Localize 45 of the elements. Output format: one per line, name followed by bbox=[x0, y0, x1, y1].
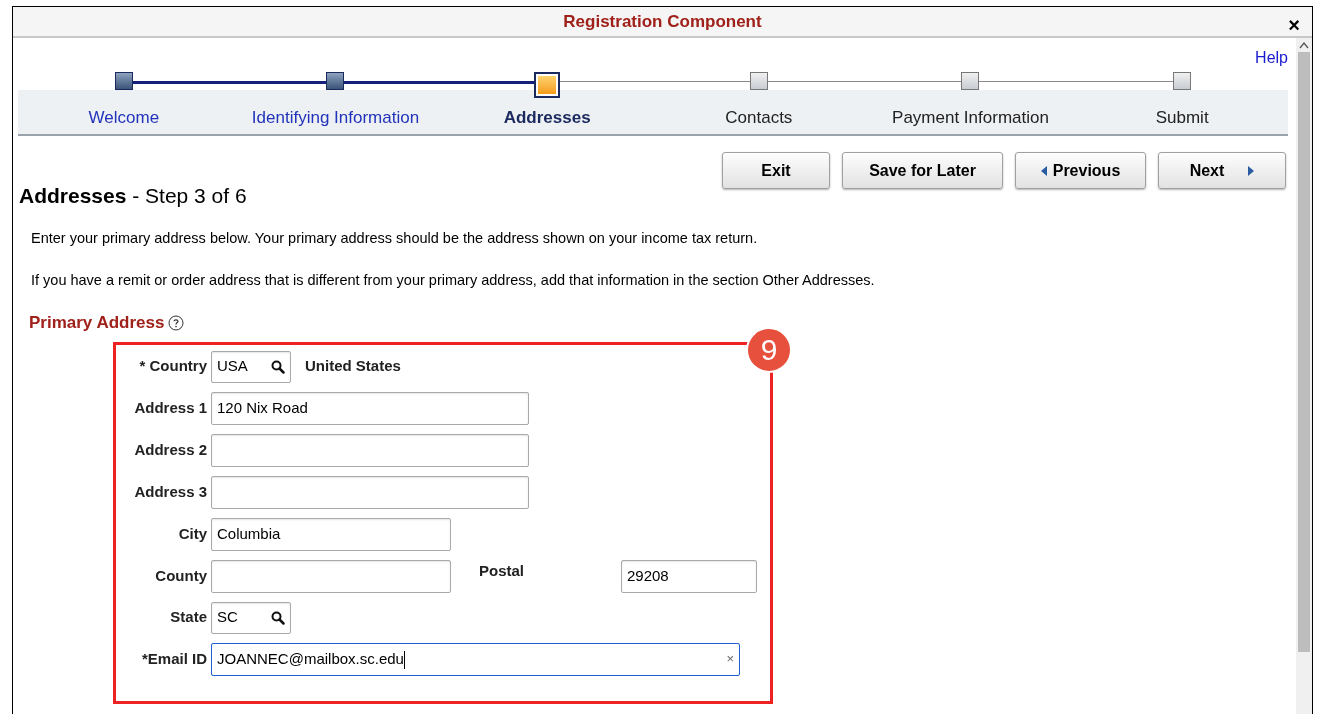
search-icon[interactable] bbox=[271, 359, 285, 374]
field-label: State bbox=[169, 607, 208, 628]
step-badge: 9 bbox=[746, 326, 792, 373]
step-link[interactable]: Payment Information bbox=[892, 104, 1049, 130]
section-title: Primary Address bbox=[29, 312, 165, 334]
help-icon[interactable] bbox=[168, 314, 185, 331]
scroll-up-icon[interactable] bbox=[1299, 41, 1309, 49]
field-label: Postal bbox=[478, 560, 525, 581]
lookup-field[interactable]: SC bbox=[211, 601, 291, 634]
toolbar-button[interactable]: Next bbox=[1158, 152, 1286, 189]
field-label: Address 2 bbox=[133, 439, 208, 460]
right-caret-icon bbox=[1248, 165, 1255, 176]
left-caret-icon bbox=[1040, 165, 1047, 176]
clear-icon[interactable]: × bbox=[726, 649, 734, 669]
text-field[interactable] bbox=[211, 433, 529, 467]
text-field[interactable]: 29208 bbox=[621, 559, 757, 593]
field-label: * Country bbox=[138, 356, 208, 377]
step-link[interactable]: Contacts bbox=[725, 104, 793, 130]
step-link[interactable]: Submit bbox=[1155, 104, 1209, 130]
page-title: Addresses - Step 3 of 6 bbox=[19, 183, 248, 209]
field-label: Address 1 bbox=[133, 397, 208, 418]
text-field[interactable] bbox=[211, 475, 529, 509]
lookup-field[interactable]: USA bbox=[211, 350, 291, 383]
window-title: Registration Component bbox=[563, 10, 762, 33]
step-link[interactable]: Addresses bbox=[503, 104, 591, 130]
field-label: County bbox=[154, 565, 208, 586]
instruction-text: Enter your primary address below. Your primary address should be the address shown on your income tax return. bbox=[31, 228, 759, 248]
field-label: City bbox=[177, 523, 208, 544]
search-icon[interactable] bbox=[271, 610, 285, 625]
text-field[interactable] bbox=[211, 559, 451, 593]
text-field[interactable]: JOANNEC@mailbox.sc.edu × bbox=[211, 642, 740, 676]
text-field[interactable]: Columbia bbox=[211, 517, 451, 551]
toolbar-button[interactable]: Previous bbox=[1015, 152, 1146, 189]
toolbar-button[interactable]: Exit bbox=[722, 152, 830, 189]
close-button[interactable]: × bbox=[1288, 10, 1300, 40]
field-label: *Email ID bbox=[140, 648, 208, 669]
step-link[interactable]: Identifying Information bbox=[251, 104, 420, 130]
field-label: Address 3 bbox=[133, 481, 208, 502]
scrollbar[interactable] bbox=[1296, 38, 1312, 714]
step-link[interactable]: Welcome bbox=[88, 104, 160, 130]
text-field[interactable]: 120 Nix Road bbox=[211, 391, 529, 425]
field-description: United States bbox=[305, 356, 401, 377]
help-link[interactable]: Help bbox=[1255, 46, 1288, 66]
instruction-text: If you have a remit or order address that is different from your primary address, add that information in the section Other Addresses. bbox=[31, 271, 876, 291]
toolbar-button[interactable]: Save for Later bbox=[842, 152, 1003, 189]
